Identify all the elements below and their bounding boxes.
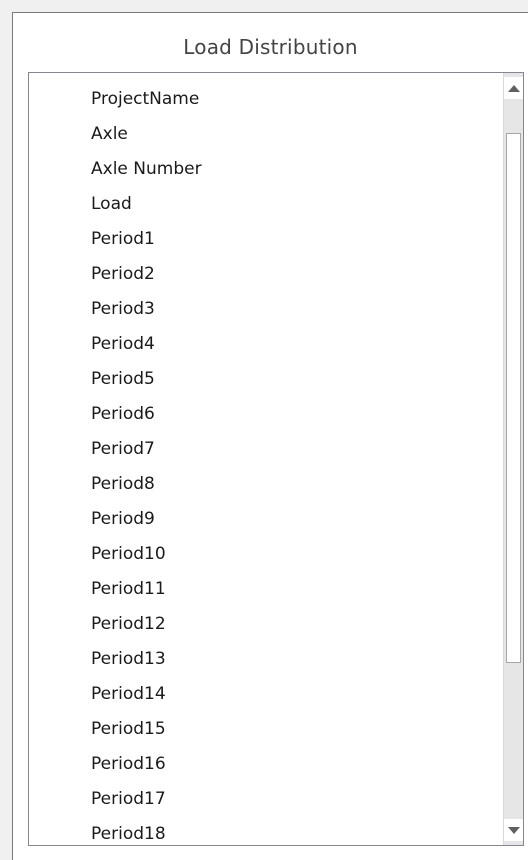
list-item-period11[interactable]: Period11 <box>29 572 495 607</box>
list-item-period18[interactable]: Period18 <box>29 817 495 845</box>
list-item-period5[interactable]: Period5 <box>29 362 495 397</box>
scrollbar-thumb[interactable] <box>506 133 521 663</box>
triangle-up-icon <box>507 84 520 92</box>
list-item-period12[interactable]: Period12 <box>29 607 495 642</box>
list-item-period1[interactable]: Period1 <box>29 222 495 257</box>
list-item-period6[interactable]: Period6 <box>29 397 495 432</box>
list-item-period4[interactable]: Period4 <box>29 327 495 362</box>
scroll-up-button[interactable] <box>504 77 523 99</box>
list-item-period9[interactable]: Period9 <box>29 502 495 537</box>
list-item-period15[interactable]: Period15 <box>29 712 495 747</box>
list-item-projectname[interactable]: ProjectName <box>29 82 495 117</box>
list-item-period7[interactable]: Period7 <box>29 432 495 467</box>
list-item-period8[interactable]: Period8 <box>29 467 495 502</box>
list-item-period3[interactable]: Period3 <box>29 292 495 327</box>
list-item-axle[interactable]: Axle <box>29 117 495 152</box>
list-item-period10[interactable]: Period10 <box>29 537 495 572</box>
scroll-down-button[interactable] <box>504 819 523 841</box>
list-item-period17[interactable]: Period17 <box>29 782 495 817</box>
list-item-axle-number[interactable]: Axle Number <box>29 152 495 187</box>
list-item-period2[interactable]: Period2 <box>29 257 495 292</box>
list-item-load[interactable]: Load <box>29 187 495 222</box>
load-distribution-panel: Load Distribution ProjectName Axle Axle … <box>12 12 528 860</box>
vertical-scrollbar[interactable] <box>503 73 523 845</box>
panel-title: Load Distribution <box>183 35 358 59</box>
list-item-period14[interactable]: Period14 <box>29 677 495 712</box>
field-listbox[interactable]: ProjectName Axle Axle Number Load Period… <box>28 72 524 846</box>
list-item-period13[interactable]: Period13 <box>29 642 495 677</box>
triangle-down-icon <box>507 826 520 834</box>
list-item-period16[interactable]: Period16 <box>29 747 495 782</box>
field-list[interactable]: ProjectName Axle Axle Number Load Period… <box>29 73 495 845</box>
